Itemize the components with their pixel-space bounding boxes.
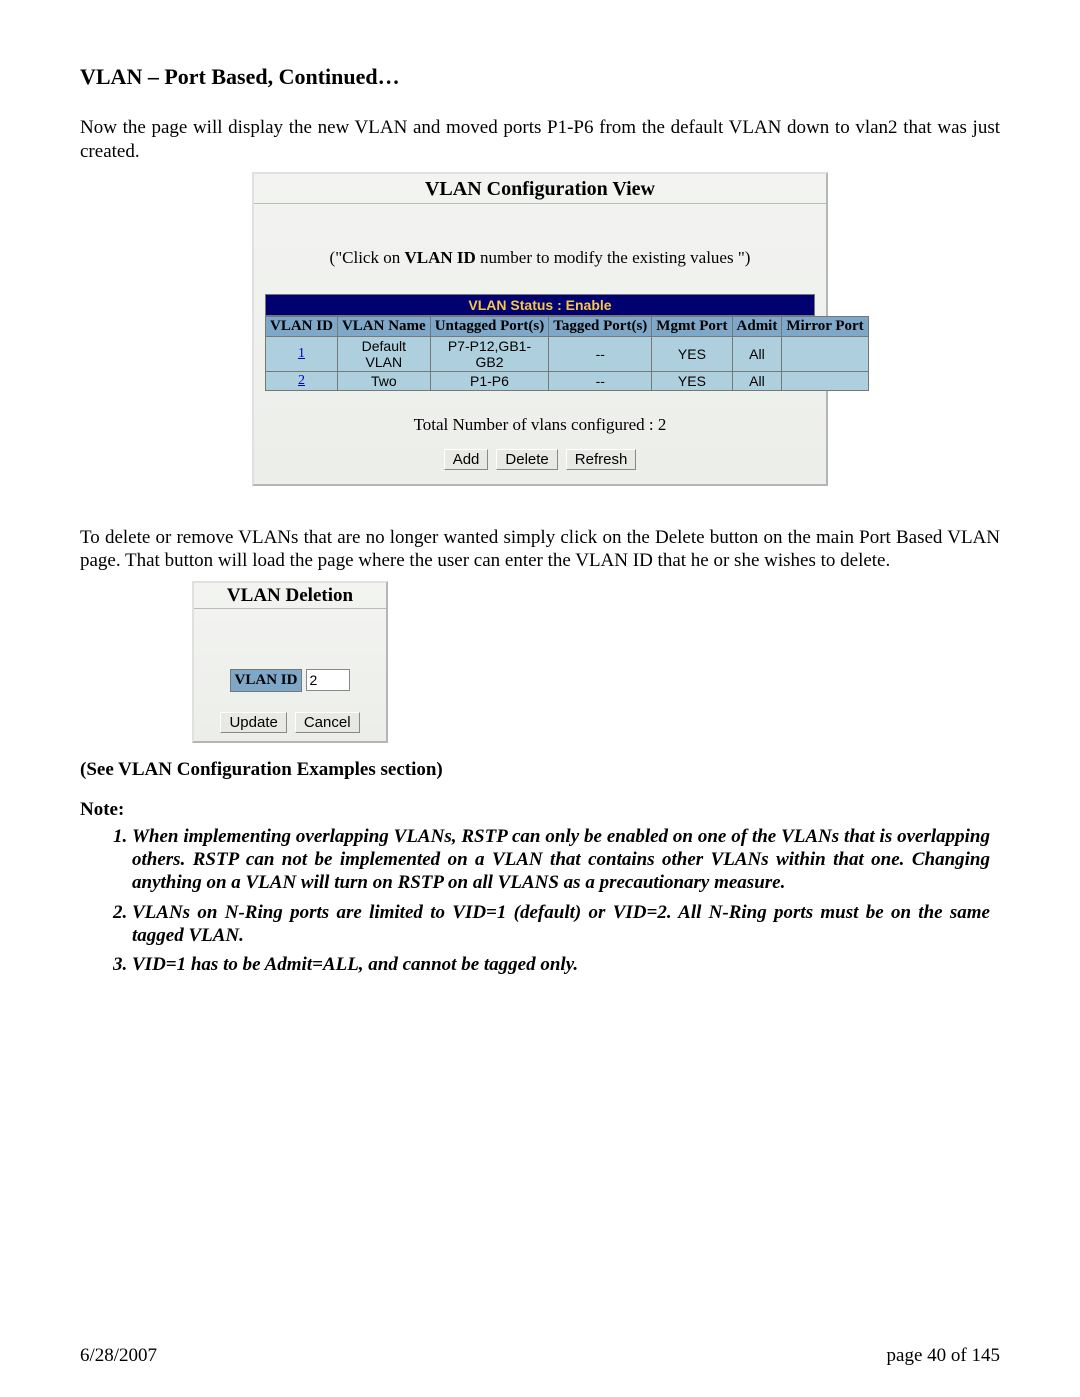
note-item: VLANs on N-Ring ports are limited to VID… bbox=[132, 901, 990, 947]
vlan-table: VLAN ID VLAN Name Untagged Port(s) Tagge… bbox=[265, 316, 869, 391]
cell-mirror bbox=[782, 336, 868, 371]
add-button[interactable]: Add bbox=[444, 449, 489, 470]
cell-mirror bbox=[782, 371, 868, 390]
hint-prefix: ("Click on bbox=[330, 248, 405, 267]
vlan-config-panel: VLAN Configuration View ("Click on VLAN … bbox=[252, 172, 828, 486]
col-mirror: Mirror Port bbox=[782, 316, 868, 336]
vlan-config-title: VLAN Configuration View bbox=[254, 174, 826, 204]
vlan-id-link[interactable]: 1 bbox=[266, 336, 338, 371]
cell-name: Default VLAN bbox=[337, 336, 430, 371]
vlan-id-link[interactable]: 2 bbox=[266, 371, 338, 390]
vlan-id-input[interactable] bbox=[306, 669, 350, 691]
vlan-deletion-title: VLAN Deletion bbox=[194, 583, 386, 609]
see-section: (See VLAN Configuration Examples section… bbox=[80, 759, 1000, 781]
col-vlan-id: VLAN ID bbox=[266, 316, 338, 336]
col-admit: Admit bbox=[732, 316, 782, 336]
hint-suffix: number to modify the existing values ") bbox=[476, 248, 751, 267]
vlan-id-label: VLAN ID bbox=[230, 669, 303, 692]
intro-paragraph: Now the page will display the new VLAN a… bbox=[80, 116, 1000, 164]
vlan-total-text: Total Number of vlans configured : 2 bbox=[254, 415, 826, 435]
col-untagged: Untagged Port(s) bbox=[430, 316, 549, 336]
cell-untagged: P7-P12,GB1-GB2 bbox=[430, 336, 549, 371]
note-item: When implementing overlapping VLANs, RST… bbox=[132, 825, 990, 895]
cell-mgmt: YES bbox=[652, 336, 732, 371]
delete-paragraph: To delete or remove VLANs that are no lo… bbox=[80, 526, 1000, 574]
col-mgmt: Mgmt Port bbox=[652, 316, 732, 336]
col-tagged: Tagged Port(s) bbox=[549, 316, 652, 336]
vlan-deletion-panel: VLAN Deletion VLAN ID Update Cancel bbox=[192, 581, 388, 743]
footer-date: 6/28/2007 bbox=[80, 1345, 157, 1366]
cell-tagged: -- bbox=[549, 371, 652, 390]
cell-mgmt: YES bbox=[652, 371, 732, 390]
note-item: VID=1 has to be Admit=ALL, and cannot be… bbox=[132, 953, 990, 976]
page-heading: VLAN – Port Based, Continued… bbox=[80, 64, 1000, 90]
cell-name: Two bbox=[337, 371, 430, 390]
note-label: Note: bbox=[80, 799, 1000, 821]
col-vlan-name: VLAN Name bbox=[337, 316, 430, 336]
cancel-button[interactable]: Cancel bbox=[295, 712, 360, 733]
cell-admit: All bbox=[732, 371, 782, 390]
hint-bold: VLAN ID bbox=[404, 248, 475, 267]
vlan-status-bar: VLAN Status : Enable bbox=[265, 294, 815, 316]
note-list: When implementing overlapping VLANs, RST… bbox=[106, 825, 1000, 976]
delete-button[interactable]: Delete bbox=[496, 449, 557, 470]
vlan-config-hint: ("Click on VLAN ID number to modify the … bbox=[254, 204, 826, 294]
table-row: 2 Two P1-P6 -- YES All bbox=[266, 371, 869, 390]
table-row: 1 Default VLAN P7-P12,GB1-GB2 -- YES All bbox=[266, 336, 869, 371]
cell-tagged: -- bbox=[549, 336, 652, 371]
cell-admit: All bbox=[732, 336, 782, 371]
update-button[interactable]: Update bbox=[220, 712, 286, 733]
cell-untagged: P1-P6 bbox=[430, 371, 549, 390]
footer-page: page 40 of 145 bbox=[887, 1345, 1000, 1367]
refresh-button[interactable]: Refresh bbox=[566, 449, 637, 470]
